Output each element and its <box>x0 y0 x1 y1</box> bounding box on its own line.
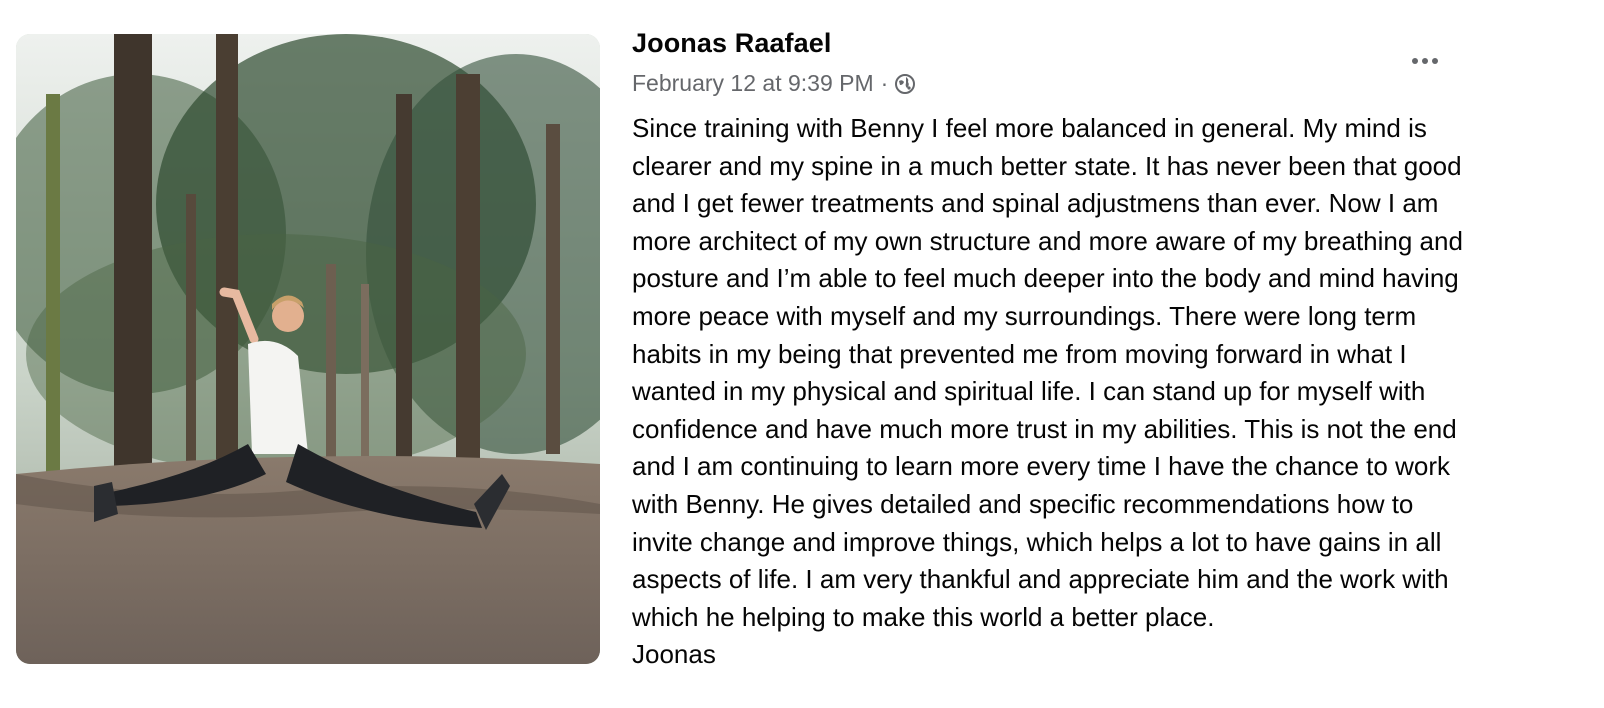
post-body-line: habits in my being that prevented me fro… <box>632 338 1407 369</box>
post-body-line: wanted in my physical and spiritual life… <box>632 376 1426 407</box>
post-body-line: which he helping to make this world a be… <box>632 601 1215 632</box>
post-body-line: clearer and my spine in a much better st… <box>632 150 1462 181</box>
post-body-line: Since training with Benny I feel more ba… <box>632 113 1427 143</box>
post-body-line: with Benny. He gives detailed and specif… <box>632 488 1414 519</box>
post-body-line: and I am continuing to learn more every … <box>632 451 1450 482</box>
post-photo[interactable] <box>16 34 600 664</box>
post-body-line: more architect of my own structure and m… <box>632 225 1463 256</box>
meta-separator: · <box>880 70 889 96</box>
more-options-icon <box>1412 58 1438 64</box>
post-body-line: confidence and have much more trust in m… <box>632 413 1457 444</box>
post-signature: Joonas <box>632 639 716 670</box>
post-body-line: invite change and improve things, which … <box>632 526 1442 557</box>
post-body-line: aspects of life. I am very thankful and … <box>632 564 1449 595</box>
post-body: Since training with Benny I feel more ba… <box>632 110 1582 674</box>
post-body-line: more peace with myself and my surroundin… <box>632 300 1417 331</box>
globe-icon[interactable] <box>894 73 916 95</box>
post-body-line: posture and I’m able to feel much deeper… <box>632 263 1459 294</box>
more-options-button[interactable] <box>1400 46 1450 76</box>
author-name[interactable]: Joonas Raafael <box>632 28 831 59</box>
post-card: Joonas Raafael February 12 at 9:39 PM · … <box>0 0 1604 708</box>
post-body-line: and I get fewer treatments and spinal ad… <box>632 188 1439 219</box>
post-meta: February 12 at 9:39 PM · <box>632 70 916 97</box>
post-timestamp[interactable]: February 12 at 9:39 PM <box>632 70 874 97</box>
photo-person-doing-splits-in-forest <box>16 34 600 664</box>
